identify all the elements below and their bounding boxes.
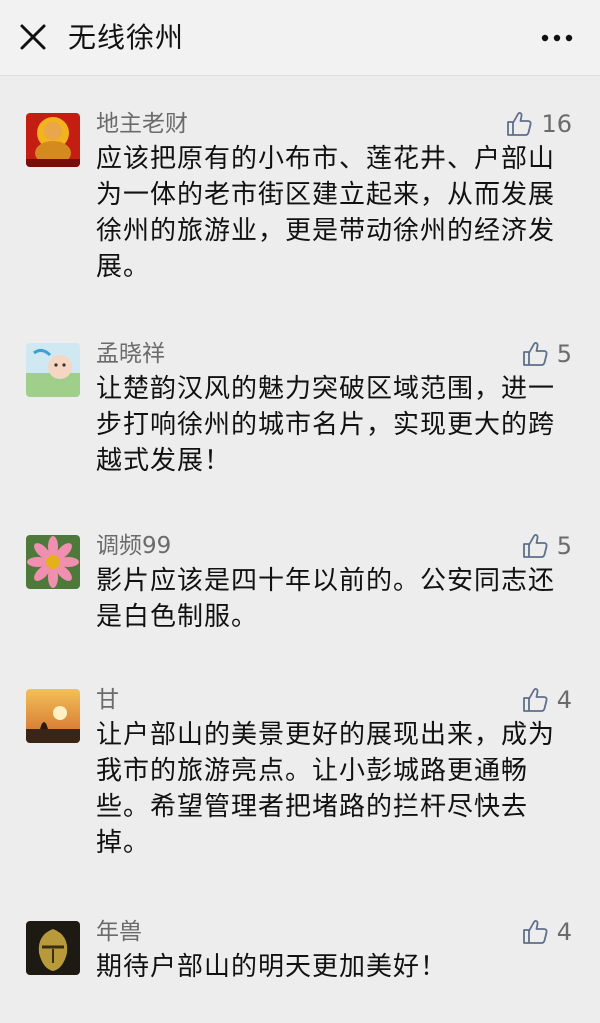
thumbs-up-icon [507, 112, 532, 136]
like-count: 5 [556, 532, 572, 560]
flower-avatar-icon[interactable] [26, 535, 80, 589]
comment-feed: 地主老财 16 应该把原有的小布市、莲花井、户部山为一体的老市街区建立起来，从而… [0, 77, 600, 1023]
comment-author[interactable]: 孟晓祥 [96, 339, 165, 369]
like-button[interactable]: 4 [521, 684, 572, 716]
like-count: 4 [556, 918, 572, 946]
like-button[interactable]: 16 [505, 108, 572, 140]
buddha-avatar-icon[interactable] [26, 113, 80, 167]
thumbs-up-icon [522, 342, 548, 366]
thumbs-up-icon [522, 920, 548, 944]
like-count: 4 [556, 686, 572, 714]
comment-author[interactable]: 地主老财 [96, 109, 188, 139]
comment-text: 应该把原有的小布市、莲花井、户部山为一体的老市街区建立起来，从而发展徐州的旅游业… [96, 144, 556, 282]
top-bar: 无线徐州 [0, 0, 600, 76]
mask-avatar-icon[interactable] [26, 921, 80, 975]
like-button[interactable]: 4 [521, 916, 572, 948]
page-title: 无线徐州 [68, 21, 185, 54]
close-icon[interactable] [18, 22, 48, 52]
like-button[interactable]: 5 [521, 338, 572, 370]
like-count: 16 [541, 110, 572, 138]
more-dots-icon[interactable] [540, 24, 574, 52]
comment-text: 让楚韵汉风的魅力突破区域范围，进一步打响徐州的城市名片，实现更大的跨越式发展！ [96, 374, 556, 476]
comment-text: 影片应该是四十年以前的。公安同志还是白色制服。 [96, 566, 556, 632]
thumbs-up-icon [522, 688, 548, 712]
comment-author[interactable]: 年兽 [96, 917, 142, 947]
baby-avatar-icon[interactable] [26, 343, 80, 397]
comment-author[interactable]: 调频99 [96, 531, 171, 561]
comment-author[interactable]: 甘 [96, 685, 119, 715]
like-count: 5 [556, 340, 572, 368]
comment-text: 让户部山的美景更好的展现出来，成为我市的旅游亮点。让小彭城路更通畅些。希望管理者… [96, 720, 556, 858]
like-button[interactable]: 5 [521, 530, 572, 562]
comment-text: 期待户部山的明天更加美好！ [96, 952, 448, 982]
sunset-avatar-icon[interactable] [26, 689, 80, 743]
thumbs-up-icon [522, 534, 548, 558]
